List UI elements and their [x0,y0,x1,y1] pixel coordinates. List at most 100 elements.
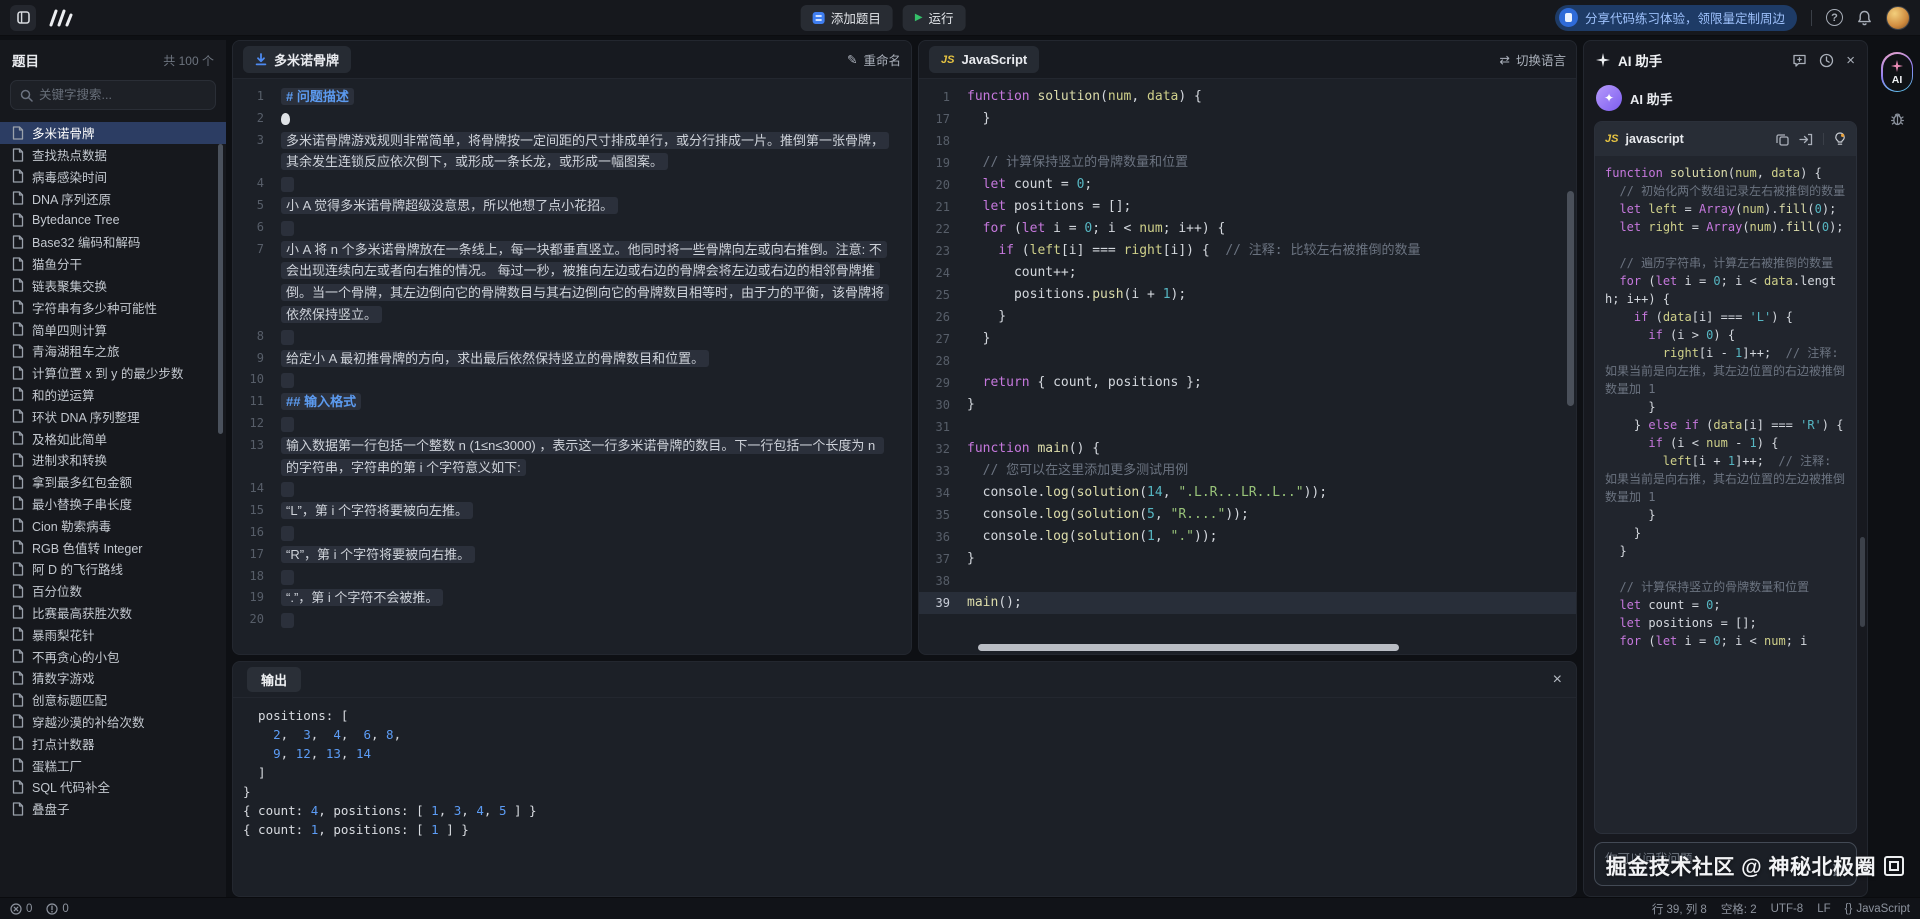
sidebar-item[interactable]: Bytedance Tree [0,209,226,231]
code-line: } else if (data[i] === 'R') { [1605,416,1846,434]
document-icon [12,736,24,750]
new-chat-icon[interactable] [1792,53,1807,68]
editor-vertical-scrollbar[interactable] [1567,191,1574,406]
user-avatar[interactable] [1886,6,1910,30]
code-line [1605,236,1846,254]
notification-bell-icon[interactable] [1857,10,1872,26]
line-number: 36 [919,526,967,548]
problem-tab[interactable]: 多米诺骨牌 [243,46,351,73]
editor-language-tab[interactable]: JS JavaScript [929,46,1039,73]
rename-button[interactable]: ✎ 重命名 [847,50,901,69]
sidebar-item[interactable]: Base32 编码和解码 [0,231,226,253]
sidebar-item-label: Base32 编码和解码 [32,232,140,251]
sidebar-item[interactable]: 字符串有多少种可能性 [0,296,226,318]
sidebar-item[interactable]: 暴雨梨花针 [0,623,226,645]
close-icon[interactable]: × [1846,52,1855,69]
sidebar-item[interactable]: 查找热点数据 [0,144,226,166]
sidebar-item[interactable]: 猫鱼分干 [0,253,226,275]
code-line: 10 [233,369,911,391]
output-console[interactable]: positions: [ 2, 3, 4, 6, 8, 9, 12, 13, 1… [233,698,1576,847]
language-mode[interactable]: {} JavaScript [1845,903,1910,915]
output-tab[interactable]: 输出 [247,667,301,692]
sidebar-item[interactable]: 不再贪心的小包 [0,645,226,667]
document-icon [12,540,24,554]
sidebar-item[interactable]: 百分位数 [0,580,226,602]
eol-setting[interactable]: LF [1817,903,1830,915]
output-close-icon[interactable]: × [1553,672,1562,688]
line-number: 15 [233,500,281,522]
search-box[interactable] [10,80,216,110]
topbar-divider [1811,10,1812,26]
sidebar-item[interactable]: 简单四则计算 [0,318,226,340]
indent-setting[interactable]: 空格: 2 [1721,901,1757,917]
cursor-position[interactable]: 行 39, 列 8 [1652,901,1707,917]
sidebar-item[interactable]: 最小替换子串长度 [0,493,226,515]
ai-panel-scrollbar[interactable] [1860,537,1865,627]
ai-question-input-box[interactable] [1594,842,1857,886]
ai-rail-sparkle-icon [1891,60,1903,72]
line-number: 22 [919,218,967,240]
sidebar-item[interactable]: 和的逆运算 [0,384,226,406]
switch-language-button[interactable]: ⇄ 切换语言 [1500,50,1567,69]
sidebar-item[interactable]: 病毒感染时间 [0,166,226,188]
sidebar-item[interactable]: RGB 色值转 Integer [0,536,226,558]
warnings-indicator[interactable]: 0 [46,903,68,915]
lightbulb-icon[interactable] [1834,132,1846,146]
line-number: 33 [919,460,967,482]
sidebar-item[interactable]: 穿越沙漠的补给次数 [0,711,226,733]
search-input[interactable] [39,88,206,102]
sidebar-item[interactable]: 及格如此简单 [0,427,226,449]
sidebar-item[interactable]: 计算位置 x 到 y 的最少步数 [0,362,226,384]
line-number: 14 [233,478,281,500]
line-number: 31 [919,416,967,438]
sidebar-item-label: 叠盘子 [32,799,70,818]
sidebar-item[interactable]: 叠盘子 [0,798,226,820]
promo-banner[interactable]: 分享代码练习体验，领限量定制周边 [1555,5,1797,31]
ai-question-input[interactable] [1605,852,1826,866]
code-editor[interactable]: 1function solution(num, data) {17 }1819 … [919,79,1576,654]
history-clock-icon[interactable] [1819,53,1834,68]
add-problem-button[interactable]: 添加题目 [801,5,893,31]
copy-icon[interactable] [1776,133,1789,146]
code-line: if (i < num - 1) { [1605,434,1846,452]
banner-text: 分享代码练习体验，领限量定制周边 [1585,8,1785,27]
insert-code-icon[interactable] [1799,133,1813,146]
sidebar-item[interactable]: 多米诺骨牌 [0,122,226,144]
code-line: 12 [233,413,911,435]
sidebar-item[interactable]: 阿 D 的飞行路线 [0,558,226,580]
debug-bug-icon[interactable] [1889,110,1906,127]
sidebar-item[interactable]: 打点计数器 [0,732,226,754]
sidebar-item-label: 猫鱼分干 [32,254,82,273]
editor-horizontal-scrollbar[interactable] [978,644,1398,651]
sidebar-item[interactable]: SQL 代码补全 [0,776,226,798]
sidebar-item[interactable]: 蛋糕工厂 [0,754,226,776]
line-number: 16 [233,522,281,544]
sidebar-item[interactable]: DNA 序列还原 [0,187,226,209]
errors-indicator[interactable]: 0 [10,903,32,915]
sidebar-item[interactable]: 链表聚集交换 [0,275,226,297]
code-line: 18 [233,566,911,588]
sidebar-item[interactable]: 猜数字游戏 [0,667,226,689]
code-line: if (data[i] === 'L') { [1605,308,1846,326]
send-icon[interactable] [1832,862,1848,878]
sidebar-item[interactable]: 青海湖租车之旅 [0,340,226,362]
help-button[interactable]: ? [1826,9,1843,26]
sidebar-item[interactable]: 比赛最高获胜次数 [0,602,226,624]
encoding-setting[interactable]: UTF-8 [1771,903,1804,915]
ai-rail-button[interactable]: AI [1881,52,1913,92]
code-line: 8 [233,326,911,348]
run-button[interactable]: ▶ 运行 [903,5,966,31]
code-line: 20 [233,609,911,631]
sidebar-item[interactable]: 拿到最多红包金额 [0,471,226,493]
problem-markdown-editor[interactable]: 1# 问题描述23多米诺骨牌游戏规则非常简单，将骨牌按一定间距的尺寸排成单行，或… [233,79,911,654]
sidebar-item[interactable]: 创意标题匹配 [0,689,226,711]
document-icon [12,758,24,772]
panel-toggle-button[interactable] [10,5,36,31]
sidebar-item[interactable]: 环状 DNA 序列整理 [0,405,226,427]
line-number: 3 [233,130,281,174]
code-line: } [243,782,1566,801]
sidebar-scrollbar[interactable] [218,144,223,434]
sidebar-item[interactable]: 进制求和转换 [0,449,226,471]
sidebar-item[interactable]: Cion 勒索病毒 [0,514,226,536]
ai-code-block[interactable]: function solution(num, data) { // 初始化两个数… [1595,156,1856,658]
